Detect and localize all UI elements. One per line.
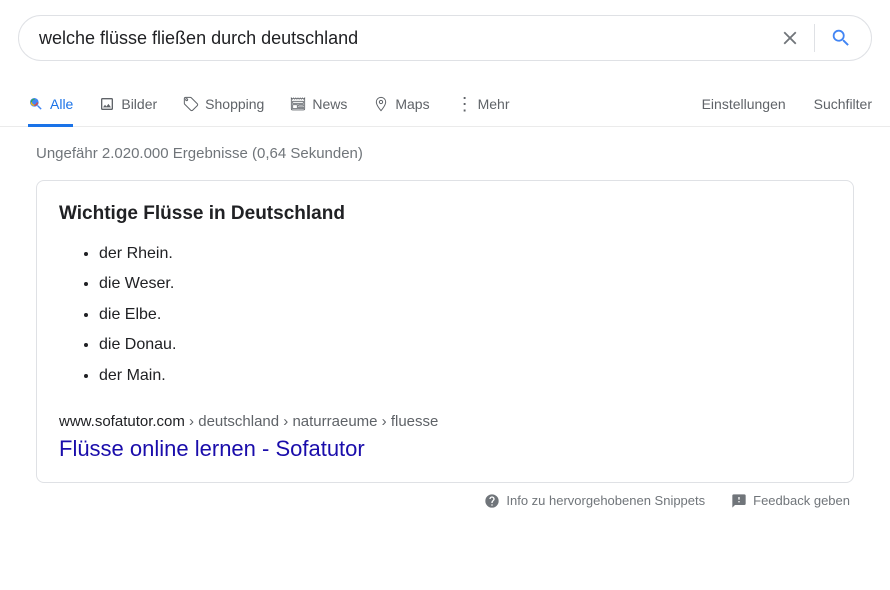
feedback-icon	[731, 493, 747, 509]
tab-label: Maps	[395, 96, 429, 112]
more-icon: ⋮	[456, 95, 472, 113]
search-bar	[18, 15, 872, 61]
pin-icon	[373, 96, 389, 112]
featured-snippet: Wichtige Flüsse in Deutschland der Rhein…	[36, 180, 854, 483]
tab-maps[interactable]: Maps	[373, 82, 429, 126]
tabs-right: Einstellungen Suchfilter	[702, 82, 872, 126]
search-actions	[770, 18, 863, 58]
image-icon	[99, 96, 115, 112]
snippet-footer: Info zu hervorgehobenen Snippets Feedbac…	[0, 483, 890, 509]
breadcrumb[interactable]: www.sofatutor.com › deutschland › naturr…	[59, 413, 831, 430]
featured-heading: Wichtige Flüsse in Deutschland	[59, 203, 831, 225]
tools-link[interactable]: Suchfilter	[814, 82, 872, 126]
divider	[814, 24, 815, 52]
help-icon	[484, 493, 500, 509]
tab-label: Mehr	[478, 96, 510, 112]
search-tabs: Alle Bilder Shopping News Maps ⋮ Mehr Ei…	[0, 83, 890, 127]
tab-label: Shopping	[205, 96, 264, 112]
link-label: Feedback geben	[753, 493, 850, 508]
site-domain: www.sofatutor.com	[59, 413, 185, 430]
tab-label: News	[312, 96, 347, 112]
search-icon	[830, 27, 852, 49]
list-item: die Weser.	[99, 269, 831, 299]
list-item: die Elbe.	[99, 300, 831, 330]
tab-more[interactable]: ⋮ Mehr	[456, 82, 510, 126]
feedback-link[interactable]: Feedback geben	[731, 493, 850, 509]
site-path: › deutschland › naturraeume › fluesse	[185, 413, 438, 430]
tab-label: Alle	[50, 96, 73, 112]
list-item: die Donau.	[99, 330, 831, 360]
tabs-left: Alle Bilder Shopping News Maps ⋮ Mehr	[28, 82, 509, 126]
tab-shopping[interactable]: Shopping	[183, 82, 264, 126]
tab-all[interactable]: Alle	[28, 82, 73, 126]
search-button[interactable]	[819, 18, 863, 58]
news-icon	[290, 96, 306, 112]
tag-icon	[183, 96, 199, 112]
list-item: der Rhein.	[99, 239, 831, 269]
link-label: Info zu hervorgehobenen Snippets	[506, 493, 705, 508]
result-stats: Ungefähr 2.020.000 Ergebnisse (0,64 Seku…	[36, 145, 890, 162]
tab-images[interactable]: Bilder	[99, 82, 157, 126]
settings-link[interactable]: Einstellungen	[702, 82, 786, 126]
search-input[interactable]	[39, 28, 770, 49]
list-item: der Main.	[99, 361, 831, 391]
featured-list: der Rhein. die Weser. die Elbe. die Dona…	[59, 239, 831, 391]
result-source: www.sofatutor.com › deutschland › naturr…	[59, 413, 831, 462]
clear-button[interactable]	[770, 18, 810, 58]
search-icon	[28, 96, 44, 112]
snippet-info-link[interactable]: Info zu hervorgehobenen Snippets	[484, 493, 705, 509]
tab-news[interactable]: News	[290, 82, 347, 126]
tab-label: Bilder	[121, 96, 157, 112]
close-icon	[779, 27, 801, 49]
result-title-link[interactable]: Flüsse online lernen - Sofatutor	[59, 436, 831, 462]
